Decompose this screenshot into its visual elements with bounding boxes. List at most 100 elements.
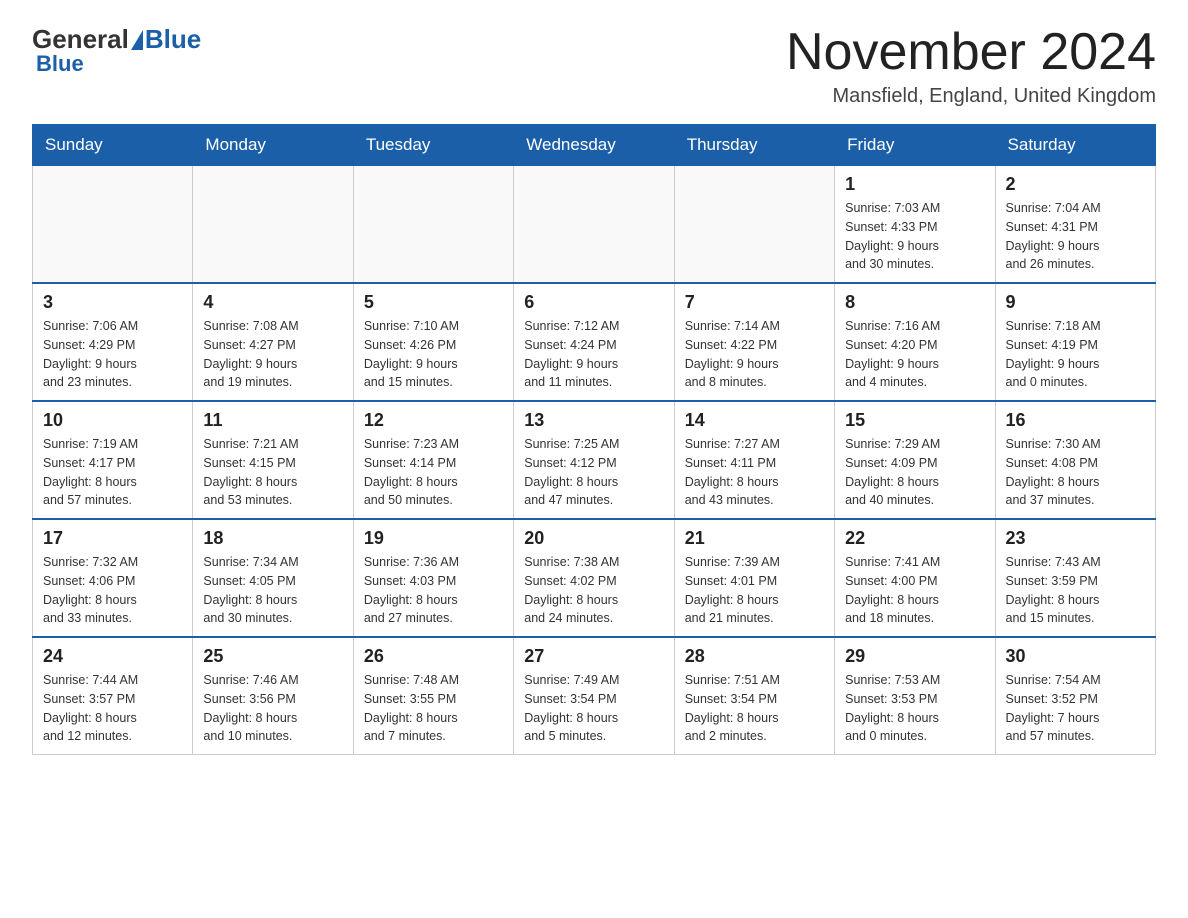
day-info: Sunrise: 7:41 AM Sunset: 4:00 PM Dayligh… bbox=[845, 553, 984, 628]
title-area: November 2024 Mansfield, England, United… bbox=[786, 24, 1156, 108]
day-info: Sunrise: 7:39 AM Sunset: 4:01 PM Dayligh… bbox=[685, 553, 824, 628]
page-title: November 2024 bbox=[786, 24, 1156, 81]
day-info: Sunrise: 7:16 AM Sunset: 4:20 PM Dayligh… bbox=[845, 317, 984, 392]
col-tuesday: Tuesday bbox=[353, 125, 513, 166]
day-number: 2 bbox=[1006, 174, 1145, 195]
calendar-cell: 18Sunrise: 7:34 AM Sunset: 4:05 PM Dayli… bbox=[193, 519, 353, 637]
calendar-cell: 19Sunrise: 7:36 AM Sunset: 4:03 PM Dayli… bbox=[353, 519, 513, 637]
subtitle: Mansfield, England, United Kingdom bbox=[786, 85, 1156, 108]
day-info: Sunrise: 7:08 AM Sunset: 4:27 PM Dayligh… bbox=[203, 317, 342, 392]
calendar-cell: 12Sunrise: 7:23 AM Sunset: 4:14 PM Dayli… bbox=[353, 401, 513, 519]
day-number: 1 bbox=[845, 174, 984, 195]
calendar-cell: 6Sunrise: 7:12 AM Sunset: 4:24 PM Daylig… bbox=[514, 283, 674, 401]
week-row-5: 24 Sunrise: 7:44 AM Sunset: 3:57 PM Dayli… bbox=[33, 637, 1156, 755]
calendar-header-row: Sunday Monday Tuesday Wednesday Thursday… bbox=[33, 125, 1156, 166]
col-wednesday: Wednesday bbox=[514, 125, 674, 166]
calendar-cell: 30 Sunrise: 7:54 AM Sunset: 3:52 PM Dayli… bbox=[995, 637, 1155, 755]
day-number: 13 bbox=[524, 410, 663, 431]
calendar-cell: 15 Sunrise: 7:29 AM Sunset: 4:09 PM Dayli… bbox=[835, 401, 995, 519]
day-number: 29 bbox=[845, 646, 984, 667]
day-info: Sunrise: 7:18 AM Sunset: 4:19 PM Dayligh… bbox=[1006, 317, 1145, 392]
calendar-cell: 20 Sunrise: 7:38 AM Sunset: 4:02 PM Dayli… bbox=[514, 519, 674, 637]
day-info: Sunrise: 7:19 AM Sunset: 4:17 PM Dayligh… bbox=[43, 435, 182, 510]
calendar-cell: 4 Sunrise: 7:08 AM Sunset: 4:27 PM Daylig… bbox=[193, 283, 353, 401]
calendar-cell: 13 Sunrise: 7:25 AM Sunset: 4:12 PM Dayli… bbox=[514, 401, 674, 519]
week-row-2: 3Sunrise: 7:06 AM Sunset: 4:29 PM Daylig… bbox=[33, 283, 1156, 401]
day-number: 14 bbox=[685, 410, 824, 431]
day-number: 12 bbox=[364, 410, 503, 431]
day-info: Sunrise: 7:46 AM Sunset: 3:56 PM Dayligh… bbox=[203, 671, 342, 746]
logo-triangle-icon bbox=[131, 30, 143, 50]
day-info: Sunrise: 7:48 AM Sunset: 3:55 PM Dayligh… bbox=[364, 671, 503, 746]
day-info: Sunrise: 7:49 AM Sunset: 3:54 PM Dayligh… bbox=[524, 671, 663, 746]
col-thursday: Thursday bbox=[674, 125, 834, 166]
day-number: 18 bbox=[203, 528, 342, 549]
calendar-cell bbox=[193, 166, 353, 284]
day-number: 6 bbox=[524, 292, 663, 313]
day-number: 8 bbox=[845, 292, 984, 313]
day-number: 22 bbox=[845, 528, 984, 549]
week-row-1: 1 Sunrise: 7:03 AM Sunset: 4:33 PM Daylig… bbox=[33, 166, 1156, 284]
day-info: Sunrise: 7:43 AM Sunset: 3:59 PM Dayligh… bbox=[1006, 553, 1145, 628]
day-info: Sunrise: 7:03 AM Sunset: 4:33 PM Dayligh… bbox=[845, 199, 984, 274]
calendar-cell: 24 Sunrise: 7:44 AM Sunset: 3:57 PM Dayli… bbox=[33, 637, 193, 755]
day-number: 30 bbox=[1006, 646, 1145, 667]
logo-blue-text: Blue bbox=[145, 24, 201, 55]
calendar-cell: 23 Sunrise: 7:43 AM Sunset: 3:59 PM Dayli… bbox=[995, 519, 1155, 637]
header: General Blue Blue November 2024 Mansfiel… bbox=[32, 24, 1156, 108]
day-number: 7 bbox=[685, 292, 824, 313]
calendar-cell: 22 Sunrise: 7:41 AM Sunset: 4:00 PM Dayli… bbox=[835, 519, 995, 637]
day-number: 26 bbox=[364, 646, 503, 667]
day-info: Sunrise: 7:25 AM Sunset: 4:12 PM Dayligh… bbox=[524, 435, 663, 510]
calendar-cell: 8 Sunrise: 7:16 AM Sunset: 4:20 PM Daylig… bbox=[835, 283, 995, 401]
day-number: 23 bbox=[1006, 528, 1145, 549]
calendar-cell: 16 Sunrise: 7:30 AM Sunset: 4:08 PM Dayli… bbox=[995, 401, 1155, 519]
calendar-cell: 7 Sunrise: 7:14 AM Sunset: 4:22 PM Daylig… bbox=[674, 283, 834, 401]
calendar-cell: 9 Sunrise: 7:18 AM Sunset: 4:19 PM Daylig… bbox=[995, 283, 1155, 401]
calendar-cell: 1 Sunrise: 7:03 AM Sunset: 4:33 PM Daylig… bbox=[835, 166, 995, 284]
day-info: Sunrise: 7:30 AM Sunset: 4:08 PM Dayligh… bbox=[1006, 435, 1145, 510]
day-info: Sunrise: 7:51 AM Sunset: 3:54 PM Dayligh… bbox=[685, 671, 824, 746]
day-number: 19 bbox=[364, 528, 503, 549]
col-monday: Monday bbox=[193, 125, 353, 166]
day-info: Sunrise: 7:54 AM Sunset: 3:52 PM Dayligh… bbox=[1006, 671, 1145, 746]
calendar-cell: 26 Sunrise: 7:48 AM Sunset: 3:55 PM Dayli… bbox=[353, 637, 513, 755]
day-number: 4 bbox=[203, 292, 342, 313]
calendar-cell bbox=[33, 166, 193, 284]
day-info: Sunrise: 7:14 AM Sunset: 4:22 PM Dayligh… bbox=[685, 317, 824, 392]
calendar-cell: 11 Sunrise: 7:21 AM Sunset: 4:15 PM Dayli… bbox=[193, 401, 353, 519]
day-number: 20 bbox=[524, 528, 663, 549]
day-number: 24 bbox=[43, 646, 182, 667]
calendar-cell: 14 Sunrise: 7:27 AM Sunset: 4:11 PM Dayli… bbox=[674, 401, 834, 519]
day-number: 21 bbox=[685, 528, 824, 549]
day-info: Sunrise: 7:21 AM Sunset: 4:15 PM Dayligh… bbox=[203, 435, 342, 510]
col-sunday: Sunday bbox=[33, 125, 193, 166]
day-number: 9 bbox=[1006, 292, 1145, 313]
calendar-cell: 5 Sunrise: 7:10 AM Sunset: 4:26 PM Daylig… bbox=[353, 283, 513, 401]
calendar-table: Sunday Monday Tuesday Wednesday Thursday… bbox=[32, 124, 1156, 755]
week-row-3: 10 Sunrise: 7:19 AM Sunset: 4:17 PM Dayli… bbox=[33, 401, 1156, 519]
calendar-cell: 21 Sunrise: 7:39 AM Sunset: 4:01 PM Dayli… bbox=[674, 519, 834, 637]
calendar-cell: 28 Sunrise: 7:51 AM Sunset: 3:54 PM Dayli… bbox=[674, 637, 834, 755]
day-info: Sunrise: 7:38 AM Sunset: 4:02 PM Dayligh… bbox=[524, 553, 663, 628]
calendar-cell: 27 Sunrise: 7:49 AM Sunset: 3:54 PM Dayli… bbox=[514, 637, 674, 755]
day-number: 27 bbox=[524, 646, 663, 667]
day-info: Sunrise: 7:06 AM Sunset: 4:29 PM Dayligh… bbox=[43, 317, 182, 392]
col-saturday: Saturday bbox=[995, 125, 1155, 166]
day-info: Sunrise: 7:27 AM Sunset: 4:11 PM Dayligh… bbox=[685, 435, 824, 510]
calendar-cell bbox=[674, 166, 834, 284]
day-info: Sunrise: 7:10 AM Sunset: 4:26 PM Dayligh… bbox=[364, 317, 503, 392]
logo-subtitle: Blue bbox=[36, 51, 84, 77]
day-number: 10 bbox=[43, 410, 182, 431]
day-number: 5 bbox=[364, 292, 503, 313]
day-number: 15 bbox=[845, 410, 984, 431]
week-row-4: 17Sunrise: 7:32 AM Sunset: 4:06 PM Dayli… bbox=[33, 519, 1156, 637]
day-info: Sunrise: 7:32 AM Sunset: 4:06 PM Dayligh… bbox=[43, 553, 182, 628]
calendar-cell: 2Sunrise: 7:04 AM Sunset: 4:31 PM Daylig… bbox=[995, 166, 1155, 284]
day-info: Sunrise: 7:53 AM Sunset: 3:53 PM Dayligh… bbox=[845, 671, 984, 746]
day-number: 28 bbox=[685, 646, 824, 667]
day-number: 16 bbox=[1006, 410, 1145, 431]
day-info: Sunrise: 7:44 AM Sunset: 3:57 PM Dayligh… bbox=[43, 671, 182, 746]
day-info: Sunrise: 7:29 AM Sunset: 4:09 PM Dayligh… bbox=[845, 435, 984, 510]
day-number: 11 bbox=[203, 410, 342, 431]
